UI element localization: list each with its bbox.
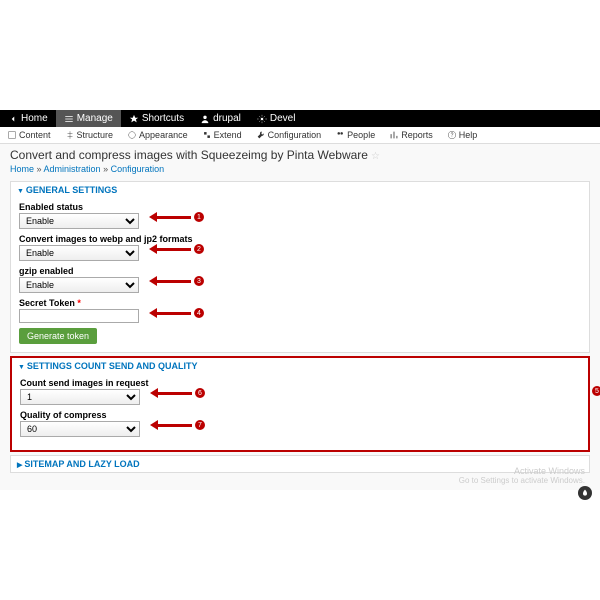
toolbar-shortcuts[interactable]: Shortcuts (121, 110, 192, 127)
enabled-status-label: Enabled status (19, 202, 581, 212)
page-title: Convert and compress images with Squeeze… (0, 144, 600, 164)
general-settings-toggle[interactable]: GENERAL SETTINGS (11, 182, 589, 198)
toolbar-manage[interactable]: Manage (56, 110, 121, 127)
user-icon (200, 114, 210, 124)
svg-text:?: ? (450, 133, 453, 139)
general-settings-panel: GENERAL SETTINGS Enabled status Enable 1… (10, 181, 590, 353)
menu-icon (64, 114, 74, 124)
crumb-config[interactable]: Configuration (111, 164, 165, 174)
admin-menu: Content Structure Appearance Extend Conf… (0, 127, 600, 144)
count-quality-panel: 5 SETTINGS COUNT SEND AND QUALITY Count … (10, 356, 590, 452)
quality-label: Quality of compress (20, 410, 580, 420)
admin-structure[interactable]: Structure (58, 128, 121, 142)
back-arrow-icon (8, 114, 18, 124)
count-send-label: Count send images in request (20, 378, 580, 388)
convert-formats-label: Convert images to webp and jp2 formats (19, 234, 581, 244)
people-icon (335, 130, 345, 140)
reports-icon (389, 130, 399, 140)
quality-select[interactable]: 60 (20, 421, 140, 437)
breadcrumb: Home » Administration » Configuration (0, 164, 600, 178)
secret-token-input[interactable] (19, 309, 139, 323)
admin-content[interactable]: Content (0, 128, 58, 142)
annotation-arrow-3: 3 (149, 276, 204, 286)
count-send-select[interactable]: 1 (20, 389, 140, 405)
toolbar-home[interactable]: Home (0, 110, 56, 127)
convert-formats-select[interactable]: Enable (19, 245, 139, 261)
admin-help[interactable]: ?Help (440, 128, 485, 142)
annotation-arrow-1: 1 (149, 212, 204, 222)
toolbar-devel[interactable]: Devel (249, 110, 304, 127)
count-quality-toggle[interactable]: SETTINGS COUNT SEND AND QUALITY (12, 358, 588, 374)
annotation-arrow-4: 4 (149, 308, 204, 318)
toolbar-user[interactable]: drupal (192, 110, 249, 127)
wrench-icon (256, 130, 266, 140)
admin-people[interactable]: People (328, 128, 382, 142)
annotation-arrow-2: 2 (149, 244, 204, 254)
admin-reports[interactable]: Reports (382, 128, 440, 142)
annotation-arrow-6: 6 (150, 388, 205, 398)
crumb-home[interactable]: Home (10, 164, 34, 174)
annotation-marker-5: 5 (592, 386, 600, 396)
generate-token-button[interactable]: Generate token (19, 328, 97, 344)
admin-extend[interactable]: Extend (195, 128, 249, 142)
gear-icon (257, 114, 267, 124)
help-icon: ? (447, 130, 457, 140)
windows-watermark: Activate Windows Go to Settings to activ… (459, 466, 585, 485)
content-icon (7, 130, 17, 140)
secret-token-label: Secret Token * (19, 298, 581, 308)
annotation-arrow-7: 7 (150, 420, 205, 430)
admin-config[interactable]: Configuration (249, 128, 329, 142)
drupal-logo-icon (578, 486, 592, 500)
favorite-star-icon[interactable]: ☆ (371, 151, 380, 162)
gzip-label: gzip enabled (19, 266, 581, 276)
enabled-status-select[interactable]: Enable (19, 213, 139, 229)
top-toolbar: Home Manage Shortcuts drupal Devel (0, 110, 600, 127)
admin-appearance[interactable]: Appearance (120, 128, 195, 142)
gzip-select[interactable]: Enable (19, 277, 139, 293)
extend-icon (202, 130, 212, 140)
crumb-admin[interactable]: Administration (44, 164, 101, 174)
star-icon (129, 114, 139, 124)
appearance-icon (127, 130, 137, 140)
structure-icon (65, 130, 75, 140)
